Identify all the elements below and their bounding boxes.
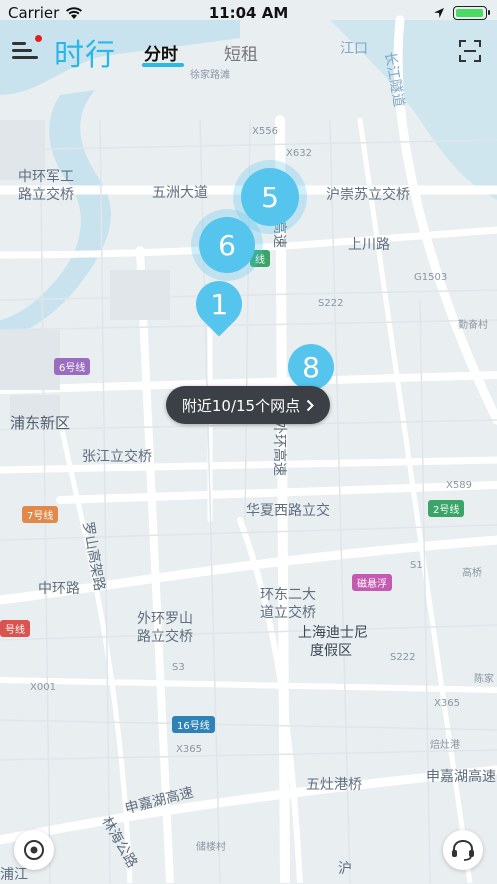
map-label: 浦东新区 bbox=[10, 414, 71, 432]
menu-button[interactable] bbox=[12, 35, 42, 62]
status-bar: Carrier 11:04 AM bbox=[0, 0, 497, 26]
map-label: 环东二大 bbox=[260, 587, 316, 603]
brand-logo: 时行 bbox=[54, 38, 116, 73]
map-label: 上海迪士尼 bbox=[298, 625, 368, 641]
map-label: 华夏西路立交 bbox=[246, 503, 330, 519]
road-code: S222 bbox=[318, 298, 344, 309]
station-cluster-marker[interactable]: 5 bbox=[241, 168, 299, 226]
station-count: 1 bbox=[210, 287, 228, 321]
road-code: X365 bbox=[176, 744, 202, 755]
metro-line-badge: 6号线 bbox=[54, 358, 91, 375]
map-label: 中环军工 bbox=[18, 169, 74, 185]
map-label: 五灶港桥 bbox=[306, 777, 362, 793]
headset-icon bbox=[452, 839, 474, 861]
locate-icon bbox=[24, 840, 44, 860]
road-code: G1503 bbox=[414, 272, 448, 283]
road-code: X632 bbox=[286, 148, 312, 159]
map-label: 徐家路滩 bbox=[190, 70, 230, 81]
map-label: 沪 bbox=[338, 861, 352, 877]
top-bar: 时行 分时 短租 bbox=[0, 28, 497, 74]
metro-line-badge: 2号线 bbox=[428, 500, 465, 517]
metro-line-badge: 7号线 bbox=[22, 506, 59, 523]
station-cluster-marker[interactable]: 6 bbox=[199, 217, 255, 273]
road-code: S222 bbox=[390, 652, 416, 663]
nearby-stations-button[interactable]: 附近10/15个网点 bbox=[166, 386, 330, 424]
tab-time-share[interactable]: 分时 bbox=[144, 40, 178, 65]
battery-level bbox=[456, 9, 483, 17]
road-code: X556 bbox=[252, 126, 278, 137]
nearby-label: 附近10/15个网点 bbox=[181, 396, 301, 415]
wifi-icon bbox=[66, 6, 83, 19]
map-label: 外环罗山 bbox=[137, 611, 193, 627]
tab-short-rent[interactable]: 短租 bbox=[224, 40, 258, 65]
map-label: 上川路 bbox=[348, 237, 390, 253]
map-label: 路立交桥 bbox=[137, 629, 193, 645]
carrier-label: Carrier bbox=[8, 4, 60, 22]
chevron-right-icon bbox=[306, 399, 315, 411]
scan-qr-icon[interactable] bbox=[459, 40, 481, 62]
road-code: S3 bbox=[172, 662, 185, 673]
notification-dot bbox=[35, 35, 42, 42]
map-label: 张江立交桥 bbox=[82, 449, 152, 465]
map-label: 度假区 bbox=[310, 643, 352, 659]
map-label: 江口 bbox=[340, 41, 368, 57]
map-label: 路立交桥 bbox=[18, 187, 74, 203]
road-code: X001 bbox=[30, 682, 56, 693]
locate-me-button[interactable] bbox=[14, 830, 54, 870]
road-code: X365 bbox=[434, 698, 460, 709]
map-label: 焙灶港 bbox=[430, 740, 460, 751]
map-label: 五洲大道 bbox=[152, 185, 208, 201]
active-tab-indicator bbox=[142, 63, 184, 67]
map-label: 储楼村 bbox=[196, 842, 226, 853]
map-label: 外环高速 bbox=[271, 420, 287, 476]
battery-icon bbox=[453, 6, 490, 20]
map-label: 申嘉湖高速 bbox=[426, 769, 496, 785]
metro-line-badge: 号线 bbox=[0, 620, 30, 637]
map-label: 道立交桥 bbox=[260, 605, 316, 621]
location-arrow-icon bbox=[434, 8, 444, 18]
map-label: 中环路 bbox=[38, 581, 80, 597]
metro-line-badge: 16号线 bbox=[172, 716, 215, 733]
metro-line-badge: 磁悬浮 bbox=[352, 574, 392, 591]
map-label: 沪崇苏立交桥 bbox=[326, 187, 410, 203]
map-label: 勤奋村 bbox=[458, 320, 488, 331]
map-label: 陈家 bbox=[474, 674, 494, 685]
road-code: X589 bbox=[446, 480, 472, 491]
clock: 11:04 AM bbox=[208, 4, 289, 22]
map-canvas[interactable] bbox=[0, 0, 497, 883]
road-code: S1 bbox=[410, 560, 423, 571]
map-label: 高桥 bbox=[462, 568, 482, 579]
station-cluster-marker[interactable]: 8 bbox=[288, 344, 334, 390]
customer-service-button[interactable] bbox=[443, 830, 483, 870]
